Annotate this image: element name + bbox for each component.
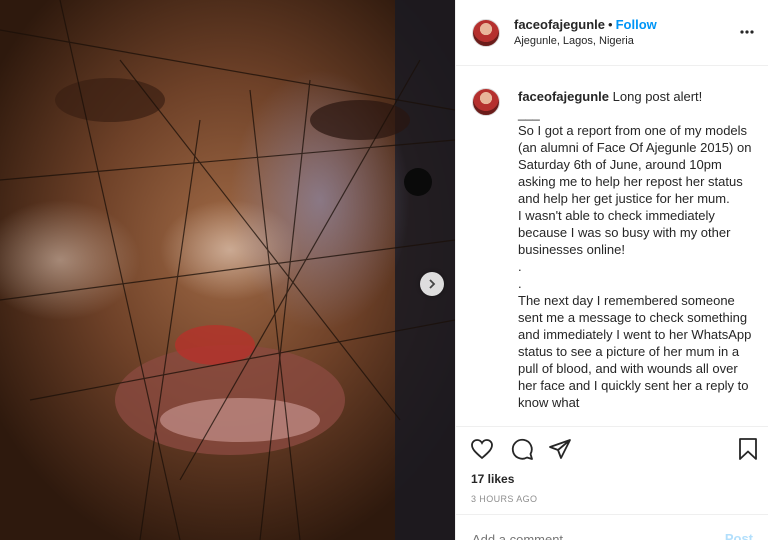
caption-row: faceofajegunle Long post alert! ___ So I…	[472, 88, 755, 411]
likes-count[interactable]: 17 likes	[471, 472, 514, 486]
comment-bar: Post	[456, 514, 768, 540]
location-link[interactable]: Ajegunle, Lagos, Nigeria	[514, 33, 657, 49]
comment-input[interactable]	[472, 531, 725, 540]
caption-area: faceofajegunle Long post alert! ___ So I…	[456, 66, 768, 426]
post-header: faceofajegunle • Follow Ajegunle, Lagos, N…	[456, 0, 768, 66]
caption-avatar[interactable]	[472, 88, 500, 116]
share-icon	[549, 439, 571, 459]
comment-icon	[511, 438, 533, 460]
caption-username[interactable]: faceofajegunle	[518, 89, 609, 104]
more-options-icon	[740, 30, 754, 34]
share-button[interactable]	[548, 437, 572, 466]
post-photo	[0, 0, 455, 540]
comment-button[interactable]	[510, 437, 534, 466]
post-timestamp[interactable]: 3 HOURS AGO	[471, 494, 537, 504]
separator-dot: •	[608, 16, 613, 32]
action-bar: 17 likes 3 HOURS AGO	[456, 426, 768, 514]
next-image-button[interactable]	[420, 272, 444, 296]
post-comment-button[interactable]: Post	[725, 531, 753, 540]
avatar[interactable]	[472, 18, 500, 47]
header-text: faceofajegunle • Follow Ajegunle, Lagos, N…	[514, 17, 657, 49]
caption-body: faceofajegunle Long post alert! ___ So I…	[518, 88, 754, 411]
save-button[interactable]	[736, 437, 760, 466]
caption-text: Long post alert! ___ So I got a report f…	[518, 89, 752, 410]
chevron-right-icon	[429, 279, 436, 289]
heart-icon	[471, 439, 493, 460]
like-button[interactable]	[470, 437, 494, 466]
username-link[interactable]: faceofajegunle	[514, 17, 605, 32]
photo-illustration	[0, 0, 455, 540]
post-side-panel: faceofajegunle • Follow Ajegunle, Lagos, N…	[455, 0, 768, 540]
bookmark-icon	[739, 438, 757, 460]
follow-button[interactable]: Follow	[616, 17, 657, 32]
more-options-button[interactable]	[739, 24, 755, 45]
